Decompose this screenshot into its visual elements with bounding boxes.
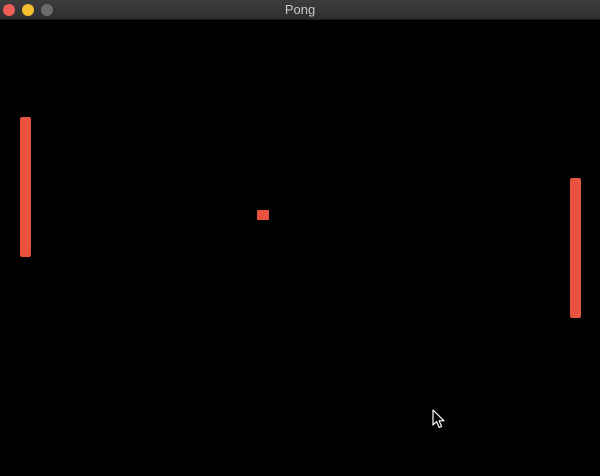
- window-title: Pong: [284, 2, 316, 17]
- game-canvas[interactable]: [0, 20, 600, 476]
- right-paddle: [570, 178, 581, 318]
- app-window: Pong: [0, 0, 600, 476]
- title-bar[interactable]: Pong: [0, 0, 600, 20]
- ball: [257, 210, 269, 220]
- mouse-pointer-icon: [432, 409, 445, 429]
- left-paddle: [20, 117, 31, 257]
